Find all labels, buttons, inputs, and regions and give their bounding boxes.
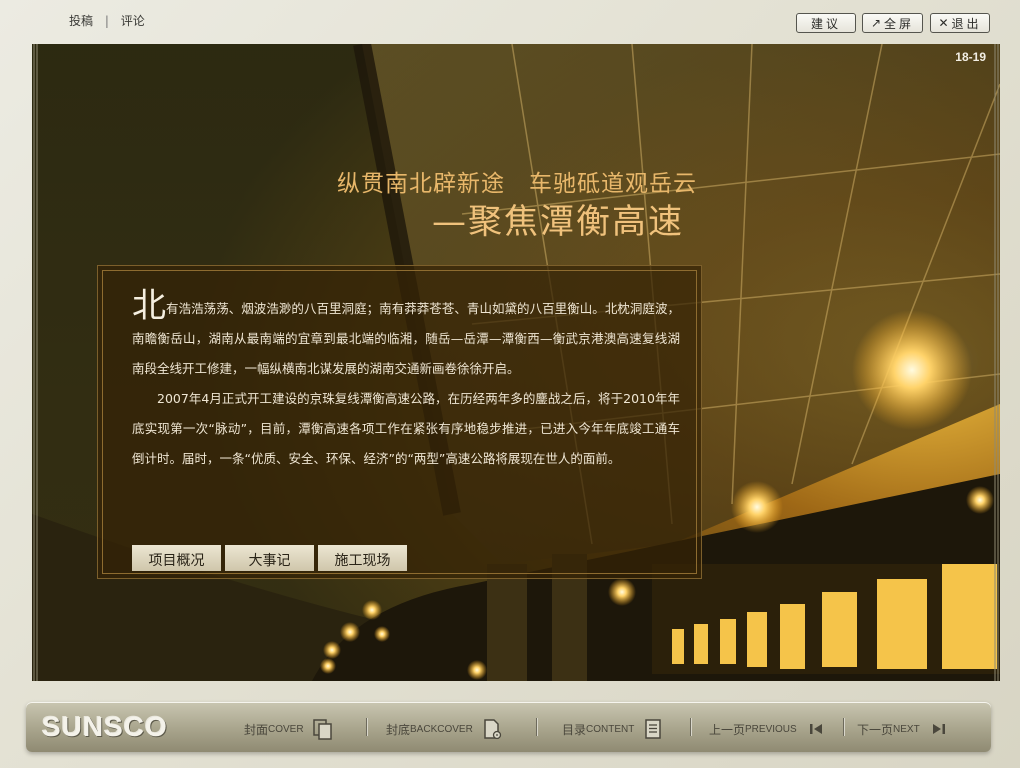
- article-paragraph-2: 2007年4月正式开工建设的京珠复线潭衡高速公路，在历经两年多的鏖战之后，将于2…: [132, 391, 680, 466]
- exit-button[interactable]: ✕ 退出: [930, 13, 990, 33]
- tab-milestones[interactable]: 大事记: [225, 545, 314, 571]
- previous-page-button[interactable]: 上一页 PREVIOUS: [709, 718, 827, 740]
- headline-title: 纵贯南北辟新途 车驰砥道观岳云: [337, 171, 697, 197]
- suggest-label: 建议: [810, 16, 841, 31]
- fullscreen-button[interactable]: ↗ 全屏: [862, 13, 923, 33]
- backcover-label-en: BACKCOVER: [410, 723, 473, 735]
- cover-button[interactable]: 封面 COVER: [244, 718, 334, 740]
- next-page-button[interactable]: 下一页 NEXT: [857, 718, 950, 740]
- article-panel: 北有浩浩荡荡、烟波浩渺的八百里洞庭；南有莽莽苍苍、青山如黛的八百里衡山。北枕洞庭…: [97, 265, 702, 579]
- cover-page-icon: [312, 718, 334, 740]
- nav-divider: [843, 718, 844, 736]
- article-body: 北有浩浩荡荡、烟波浩渺的八百里洞庭；南有莽莽苍苍、青山如黛的八百里衡山。北枕洞庭…: [132, 289, 680, 474]
- fullscreen-label: 全屏: [884, 16, 915, 31]
- nav-divider: [690, 718, 691, 736]
- previous-label-en: PREVIOUS: [745, 723, 797, 735]
- nav-divider: [366, 718, 367, 736]
- contents-label-en: CONTENT: [586, 723, 635, 735]
- skip-back-icon: [805, 718, 827, 740]
- backcover-label-cn: 封底: [386, 722, 411, 737]
- backcover-button[interactable]: 封底 BACKCOVER: [386, 718, 503, 740]
- submit-link[interactable]: 投稿: [69, 14, 93, 28]
- cover-label-cn: 封面: [244, 722, 269, 737]
- section-tabs: 项目概况 大事记 施工现场: [132, 545, 407, 571]
- nav-divider: [536, 718, 537, 736]
- contents-label-cn: 目录: [562, 722, 587, 737]
- tab-project-overview[interactable]: 项目概况: [132, 545, 221, 571]
- backcover-page-icon: [481, 718, 503, 740]
- article-paragraph-1: 北有浩浩荡荡、烟波浩渺的八百里洞庭；南有莽莽苍苍、青山如黛的八百里衡山。北枕洞庭…: [132, 289, 680, 384]
- next-label-en: NEXT: [893, 723, 920, 735]
- comment-link[interactable]: 评论: [121, 14, 145, 28]
- paragraph-1-text: 有浩浩荡荡、烟波浩渺的八百里洞庭；南有莽莽苍苍、青山如黛的八百里衡山。北枕洞庭波…: [132, 301, 680, 376]
- previous-label-cn: 上一页: [709, 722, 746, 737]
- drop-cap: 北: [132, 286, 167, 326]
- bottom-nav-bar: SUNSCO 封面 COVER 封底 BACKCOVER 目录 CONTENT 上一页…: [26, 702, 991, 752]
- page-number: 18-19: [955, 50, 986, 64]
- next-label-cn: 下一页: [857, 722, 894, 737]
- suggest-button[interactable]: 建议: [796, 13, 856, 33]
- top-links: 投稿 | 评论: [69, 12, 145, 29]
- expand-icon: ↗: [870, 16, 882, 30]
- link-divider: |: [104, 14, 109, 28]
- brand-logo: SUNSCO: [42, 711, 168, 742]
- exit-label: 退出: [951, 16, 982, 31]
- magazine-page[interactable]: 18-19 纵贯南北辟新途 车驰砥道观岳云 —聚焦潭衡高速 北有浩浩荡荡、烟波浩…: [32, 44, 1000, 681]
- cover-label-en: COVER: [268, 723, 304, 735]
- contents-list-icon: [642, 718, 664, 740]
- skip-forward-icon: [928, 718, 950, 740]
- contents-button[interactable]: 目录 CONTENT: [562, 718, 664, 740]
- headline-subtitle: —聚焦潭衡高速: [432, 202, 684, 242]
- close-icon: ✕: [938, 16, 949, 30]
- tab-construction-site[interactable]: 施工现场: [318, 545, 407, 571]
